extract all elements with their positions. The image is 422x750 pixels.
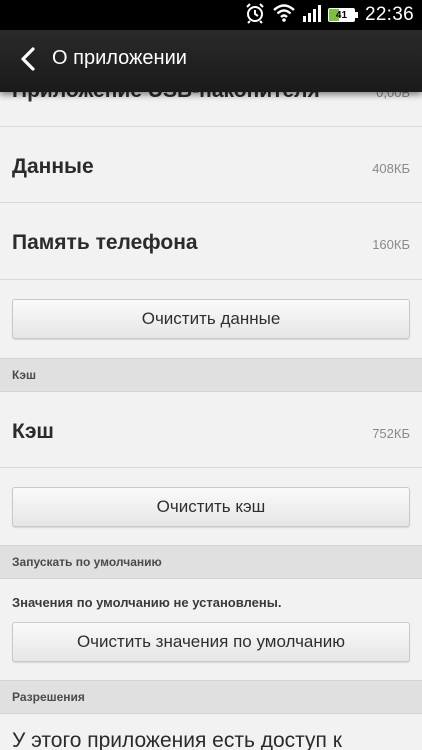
launch-default-section-header: Запускать по умолчанию bbox=[0, 545, 422, 579]
signal-icon bbox=[302, 4, 322, 27]
clear-data-button[interactable]: Очистить данные bbox=[12, 299, 410, 339]
cache-label: Кэш bbox=[12, 420, 54, 443]
clear-defaults-button[interactable]: Очистить значения по умолчанию bbox=[12, 622, 410, 662]
usb-storage-value: 0,00Б bbox=[376, 92, 410, 100]
battery-level: 41 bbox=[335, 9, 348, 21]
wifi-icon bbox=[272, 3, 296, 28]
page-title: О приложении bbox=[52, 47, 187, 69]
status-icons: 41 22:36 bbox=[244, 2, 414, 29]
clock: 22:36 bbox=[364, 4, 414, 25]
cache-row: Кэш 752КБ bbox=[0, 392, 422, 468]
app-info-content[interactable]: Приложение USB-накопителя 0,00Б Данные 4… bbox=[0, 92, 422, 750]
data-row: Данные 408КБ bbox=[0, 127, 422, 203]
phone-memory-value: 160КБ bbox=[372, 237, 410, 252]
usb-storage-label: Приложение USB-накопителя bbox=[12, 92, 320, 103]
permissions-text: У этого приложения есть доступ к bbox=[12, 729, 342, 750]
phone-memory-label: Память телефона bbox=[12, 231, 198, 254]
clear-cache-button[interactable]: Очистить кэш bbox=[12, 487, 410, 527]
permissions-section-header: Разрешения bbox=[0, 680, 422, 714]
status-bar: 41 22:36 bbox=[0, 0, 422, 30]
data-value: 408КБ bbox=[372, 161, 410, 176]
defaults-status-text: Значения по умолчанию не установлены. bbox=[12, 595, 282, 610]
action-bar: О приложении bbox=[0, 30, 422, 92]
chevron-left-icon bbox=[18, 46, 40, 77]
alarm-icon bbox=[244, 2, 266, 29]
phone-memory-row: Память телефона 160КБ bbox=[0, 203, 422, 280]
data-label: Данные bbox=[12, 155, 94, 178]
cache-section-header: Кэш bbox=[0, 358, 422, 392]
battery-icon: 41 bbox=[327, 8, 358, 22]
cache-value: 752КБ bbox=[372, 426, 410, 441]
usb-storage-row: Приложение USB-накопителя 0,00Б bbox=[0, 92, 422, 127]
back-button[interactable] bbox=[10, 42, 48, 80]
